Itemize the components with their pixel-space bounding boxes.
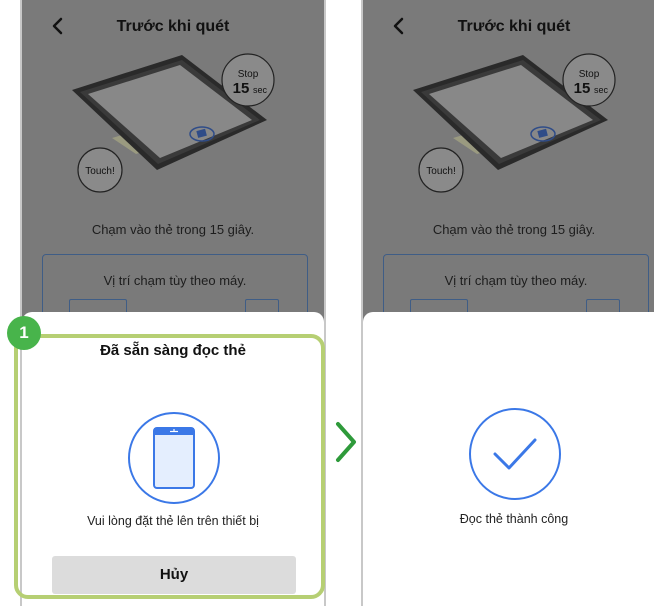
stop-label: Stop [238,69,259,80]
step-highlight-frame [14,334,325,599]
info-text: Vị trí chạm tùy theo máy. [444,273,588,288]
page-title: Trước khi quét [457,18,571,35]
touch-label: Touch! [426,166,455,177]
stop-unit: sec [594,85,609,95]
step-badge: 1 [7,316,41,350]
scan-success-sheet: Đọc thẻ thành công [363,312,654,606]
right-phone-screen: Trước khi quét Stop 15 sec Touch! Chạm v… [363,0,654,606]
success-message: Đọc thẻ thành công [459,512,569,526]
stop-number: 15 [574,80,591,97]
next-arrow-icon [336,422,356,462]
info-text: Vị trí chạm tùy theo máy. [103,273,247,288]
instruction-caption: Chạm vào thẻ trong 15 giây. [91,222,255,237]
header: Trước khi quét [363,0,654,54]
frame-border [361,0,363,606]
success-status-circle [469,408,561,500]
stop-number: 15 [233,80,250,97]
stop-label: Stop [579,69,600,80]
instruction-caption: Chạm vào thẻ trong 15 giây. [432,222,596,237]
header: Trước khi quét [22,0,324,54]
stop-unit: sec [253,85,268,95]
touch-label: Touch! [85,166,114,177]
checkmark-icon [493,438,537,470]
page-title: Trước khi quét [116,18,230,35]
phone-touch-illustration: Stop 15 sec Touch! [72,53,275,193]
phone-touch-illustration: Stop 15 sec Touch! [413,53,616,193]
